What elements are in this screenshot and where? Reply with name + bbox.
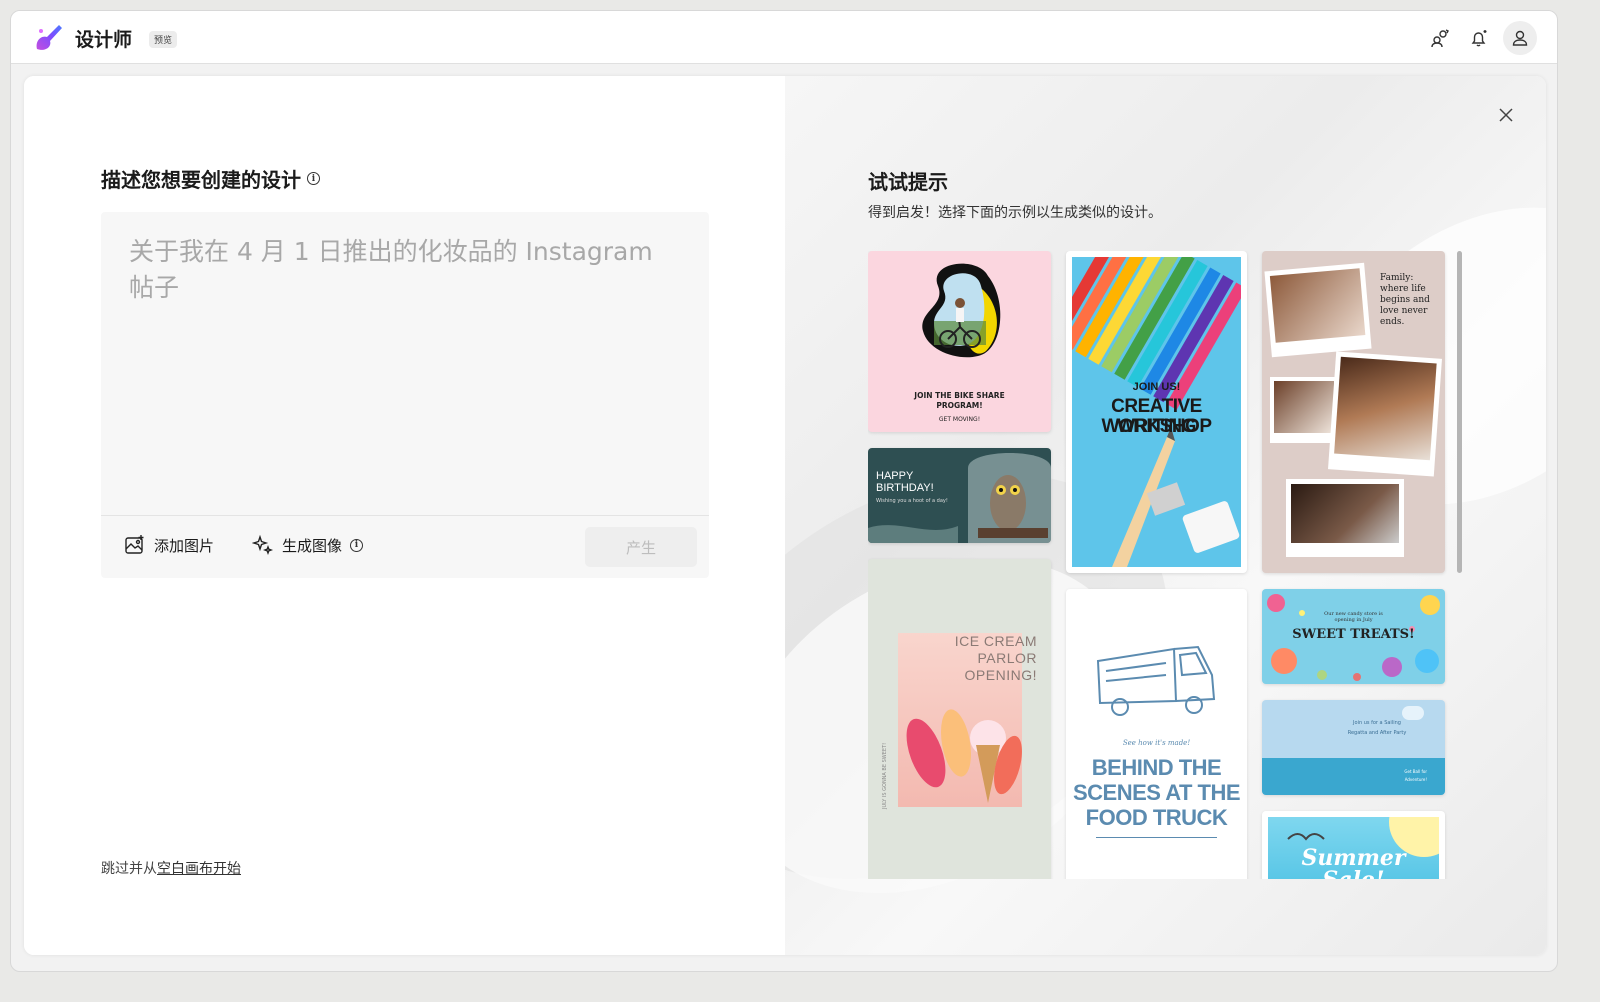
add-image-button[interactable]: 添加图片: [124, 534, 214, 556]
example-card-sailing-party[interactable]: Join us for a Sailing Regatta and After …: [1262, 700, 1445, 795]
gallery-scrollbar[interactable]: [1457, 251, 1462, 573]
party-card-line1: Join us for a Sailing: [1353, 720, 1401, 726]
bike-card-line1: JOIN THE BIKE SHARE: [914, 391, 1005, 400]
user-avatar-icon[interactable]: [1503, 21, 1537, 55]
generate-image-button[interactable]: 生成图像 i: [252, 534, 364, 556]
example-card-bike-share[interactable]: JOIN THE BIKE SHARE PROGRAM! GET MOVING!: [868, 251, 1051, 432]
food-truck-card-line3: FOOD TRUCK: [1085, 805, 1228, 830]
example-card-food-truck[interactable]: See how it's made! BEHIND THE SCENES AT …: [1066, 589, 1247, 879]
treats-card-small2: opening in July: [1334, 617, 1373, 623]
food-truck-card-line2: SCENES AT THE: [1072, 780, 1241, 805]
writing-card-line1: JOIN US!: [1132, 381, 1181, 393]
writing-card-line3: WORKSHOP: [1101, 416, 1213, 437]
preview-badge: 预览: [149, 31, 178, 48]
food-truck-card-line1: BEHIND THE: [1091, 755, 1222, 780]
example-card-birthday[interactable]: HAPPY BIRTHDAY! Wishing you a hoot of a …: [868, 448, 1051, 543]
close-button[interactable]: [1493, 102, 1519, 128]
example-card-creative-writing[interactable]: JOIN US! CREATIVE WRITING WORKSHOP: [1066, 251, 1247, 573]
party-card-text: Join us for a Sailing Regatta and After …: [1322, 718, 1432, 738]
birthday-card-title: HAPPY BIRTHDAY!: [876, 470, 934, 494]
party-card-bottom-text: Get Ball for Adventure!: [1404, 768, 1427, 784]
prompt-box: 添加图片 生成图像 i 产生: [101, 212, 709, 578]
add-image-label: 添加图片: [154, 536, 215, 555]
birthday-card-line1: HAPPY: [876, 470, 914, 482]
skip-prefix: 跳过并从: [101, 861, 157, 877]
compose-heading: 描述您想要创建的设计 i: [101, 164, 320, 193]
generate-image-label: 生成图像: [282, 536, 343, 555]
example-card-sweet-treats[interactable]: Our new candy store is opening in July S…: [1262, 589, 1445, 684]
compose-panel: 描述您想要创建的设计 i 添加图片: [24, 76, 785, 955]
sparkle-icon: [252, 534, 274, 556]
birthday-card-line2: BIRTHDAY!: [876, 482, 934, 494]
close-icon: [1499, 108, 1513, 122]
food-truck-card-title: BEHIND THE SCENES AT THE FOOD TRUCK: [1066, 755, 1247, 830]
bell-sparkle-icon[interactable]: [1464, 23, 1494, 53]
ice-cream-card-line3: OPENING!: [964, 667, 1037, 683]
bike-card-line2: PROGRAM!: [936, 401, 983, 410]
summer-card-text2: Sale!: [1268, 867, 1439, 879]
skip-line: 跳过并从空白画布开始: [101, 858, 241, 878]
party-card-line4: Adventure!: [1404, 777, 1427, 782]
example-card-ice-cream[interactable]: ICE CREAM PARLOR OPENING! JULY IS GONNA …: [868, 559, 1051, 879]
generate-info-icon[interactable]: i: [350, 538, 364, 552]
family-photo-1: [1269, 268, 1366, 343]
party-card-line2: Regatta and After Party: [1347, 730, 1407, 736]
tips-subtitle: 得到启发！选择下面的示例以生成类似的设计。: [868, 205, 1162, 221]
designer-logo-icon: [36, 25, 62, 50]
ice-cream-card-line2: PARLOR: [977, 650, 1037, 666]
ice-cream-card-side-text: JULY IS GONNA BE SWEET!: [882, 742, 888, 809]
owl-illustration: [868, 453, 1051, 543]
food-truck-icon: [1096, 645, 1216, 716]
app-title: 设计师: [75, 29, 133, 51]
family-photo-4: [1291, 484, 1399, 543]
generate-button[interactable]: 产生: [585, 527, 697, 567]
treats-card-title: SWEET TREATS!: [1292, 627, 1415, 642]
example-card-summer-sale[interactable]: Summer Sale!: [1262, 811, 1445, 879]
food-truck-divider: [1096, 837, 1217, 838]
main-content: 描述您想要创建的设计 i 添加图片: [24, 76, 1546, 955]
family-photo-3: [1334, 356, 1437, 461]
blank-canvas-link[interactable]: 空白画布开始: [157, 861, 241, 877]
ice-cream-card-title: ICE CREAM PARLOR OPENING!: [955, 633, 1037, 684]
ice-cream-card-line1: ICE CREAM: [954, 633, 1037, 649]
example-card-family[interactable]: Family: where life begins and love never…: [1262, 251, 1445, 573]
info-icon[interactable]: i: [307, 172, 320, 185]
add-image-icon: [125, 535, 144, 554]
party-card-line3: Get Ball for: [1404, 769, 1427, 774]
people-switch-icon[interactable]: [1425, 23, 1455, 53]
tips-panel: 试试提示 得到启发！选择下面的示例以生成类似的设计。 JOIN THE BIKE…: [785, 76, 1546, 955]
family-photo-2: [1274, 381, 1334, 433]
example-gallery: JOIN THE BIKE SHARE PROGRAM! GET MOVING!: [868, 251, 1468, 879]
tips-title: 试试提示: [868, 170, 948, 194]
title-bar: 设计师 预览: [11, 11, 1557, 64]
family-card-text: Family: where life begins and love never…: [1380, 273, 1430, 327]
bike-card-line3: GET MOVING!: [938, 416, 981, 423]
birthday-card-line3: Wishing you a hoot of a day!: [876, 498, 948, 504]
treats-card-small: Our new candy store is opening in July: [1262, 611, 1445, 623]
compose-heading-text: 描述您想要创建的设计: [101, 168, 301, 192]
seagull-icon: [1287, 833, 1325, 841]
prompt-toolbar: 添加图片 生成图像 i 产生: [101, 515, 709, 578]
app-window: 设计师 预览 描述您想要创建的设计 i 关于我在 4 月 1 日推出的化妆品的 …: [10, 10, 1558, 972]
prompt-input[interactable]: [101, 212, 709, 515]
food-truck-card-small: See how it's made!: [1122, 739, 1191, 747]
